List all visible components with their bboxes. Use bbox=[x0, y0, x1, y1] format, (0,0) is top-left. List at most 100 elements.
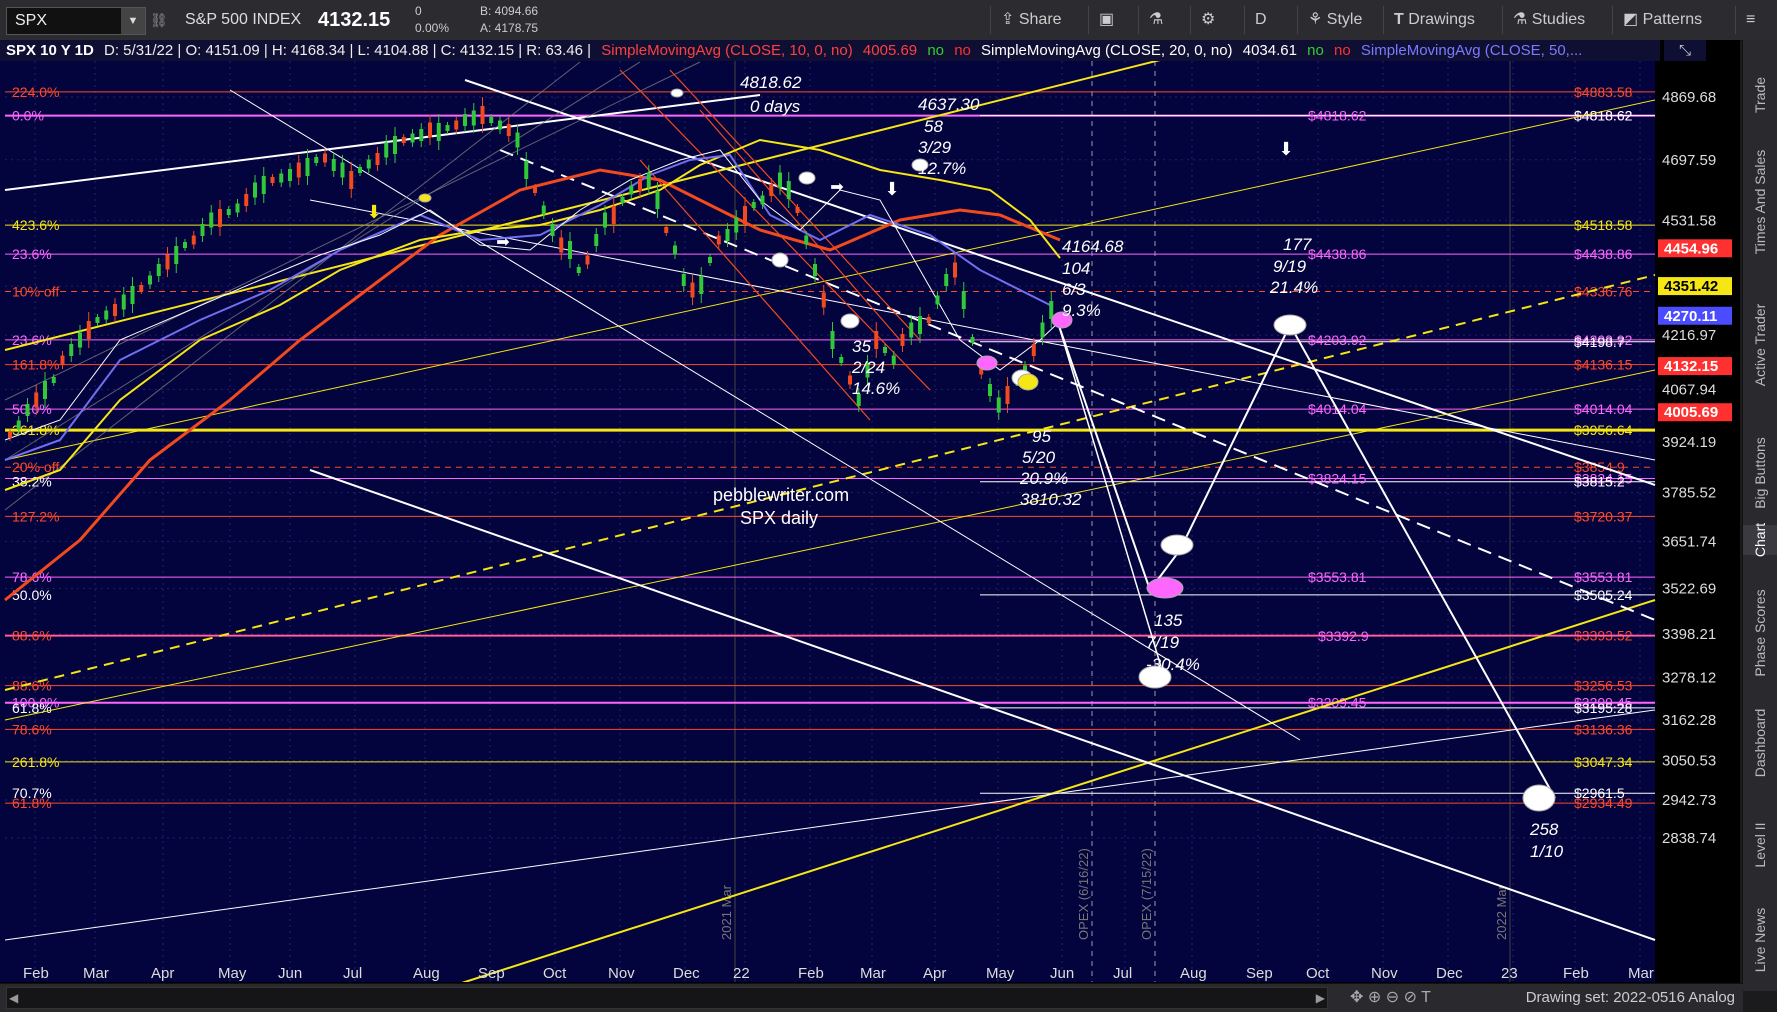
chevron-down-icon[interactable]: ▼ bbox=[121, 8, 145, 34]
zoom-reset-icon[interactable]: ⊘ bbox=[1404, 989, 1417, 1006]
sma20-legend[interactable]: SimpleMovingAvg (CLOSE, 20, 0, no) bbox=[981, 42, 1233, 59]
candle-body bbox=[655, 191, 660, 209]
flask-button[interactable]: ⚗ bbox=[1138, 6, 1163, 34]
annotation-label: 5/20 bbox=[1022, 448, 1056, 467]
text-icon[interactable]: T bbox=[1421, 989, 1431, 1006]
pivot-marker[interactable] bbox=[1160, 534, 1194, 556]
zoom-controls[interactable]: ✥ ⊕ ⊖ ⊘ T bbox=[1350, 984, 1431, 1012]
tab-times-and-sales[interactable]: Times And Sales bbox=[1743, 150, 1777, 255]
candle-body bbox=[384, 142, 389, 158]
tab-label: Big Buttons bbox=[1752, 437, 1768, 509]
sma20-value: 4034.61 bbox=[1242, 42, 1297, 59]
price-level-label: $4136.15 bbox=[1574, 357, 1633, 373]
time-axis-label: Jun bbox=[278, 965, 302, 982]
patterns-icon: ◩ bbox=[1623, 11, 1639, 28]
pivot-marker[interactable] bbox=[1146, 577, 1184, 599]
settings-button[interactable]: ⚙ bbox=[1190, 6, 1215, 34]
tab-chart[interactable]: Chart bbox=[1743, 523, 1777, 557]
fib-left-label: 161.8% bbox=[12, 357, 59, 373]
candle-body bbox=[191, 235, 196, 245]
candle-body bbox=[366, 159, 371, 169]
candle-body bbox=[550, 224, 555, 236]
candle-body bbox=[576, 267, 581, 273]
fib-left-label: 78.6% bbox=[12, 721, 52, 737]
symbol-input[interactable]: SPX bbox=[15, 8, 47, 34]
symbol-selector[interactable]: SPX ▼ bbox=[6, 7, 146, 35]
candle-body bbox=[515, 132, 520, 148]
pivot-marker[interactable] bbox=[976, 355, 998, 371]
tab-label: Times And Sales bbox=[1752, 149, 1768, 255]
price-level-label: $3392.9 bbox=[1318, 628, 1369, 644]
tab-label: Trade bbox=[1752, 76, 1768, 114]
ohlc-readout: D: 5/31/22 | O: 4151.09 | H: 4168.34 | L… bbox=[104, 42, 592, 59]
zoom-in-icon[interactable]: ⊕ bbox=[1368, 989, 1381, 1006]
tab-trade[interactable]: Trade bbox=[1743, 76, 1777, 114]
style-button[interactable]: ⚘ Style bbox=[1297, 6, 1362, 34]
price-level-label: $4518.58 bbox=[1574, 217, 1633, 233]
candle-body bbox=[734, 217, 739, 233]
link-icon[interactable]: ⛓ bbox=[150, 0, 168, 40]
candle-body bbox=[288, 169, 292, 181]
price-level-label: $3047.34 bbox=[1574, 754, 1633, 770]
pivot-marker[interactable] bbox=[1017, 373, 1039, 391]
drawing-set-label[interactable]: Drawing set: 2022-0516 Analog bbox=[1526, 984, 1735, 1012]
candle-body bbox=[804, 235, 809, 245]
time-axis-label: May bbox=[218, 965, 247, 982]
pivot-marker[interactable] bbox=[418, 193, 432, 203]
menu-button[interactable]: ≡ bbox=[1735, 6, 1755, 34]
candle-body bbox=[638, 179, 642, 191]
tab-level-ii[interactable]: Level II bbox=[1743, 822, 1777, 867]
candle-body bbox=[305, 158, 310, 176]
period-button[interactable]: D bbox=[1244, 6, 1281, 34]
pivot-marker[interactable] bbox=[1522, 784, 1556, 812]
time-axis-label: Sep bbox=[1246, 965, 1273, 982]
candle-body bbox=[60, 355, 65, 365]
tab-phase-scores[interactable]: Phase Scores bbox=[1743, 589, 1777, 676]
price-level-label: $4438.86 bbox=[1574, 246, 1633, 262]
candle-body bbox=[944, 274, 949, 286]
pivot-marker[interactable] bbox=[840, 313, 860, 329]
pivot-marker[interactable] bbox=[798, 171, 816, 185]
scroll-right-icon[interactable]: ▶ bbox=[1316, 988, 1325, 1008]
style-icon: ⚘ bbox=[1308, 11, 1323, 28]
tab-dashboard[interactable]: Dashboard bbox=[1743, 709, 1777, 778]
patterns-button[interactable]: ◩ Patterns bbox=[1612, 6, 1702, 34]
time-axis-label: Jul bbox=[343, 965, 362, 982]
zoom-out-icon[interactable]: ⊖ bbox=[1386, 989, 1399, 1006]
annotation-label: 2/24 bbox=[851, 358, 885, 377]
chart-area[interactable]: 2021 Mar OPEX (6/16/22) OPEX (7/15/22) 2022… bbox=[0, 40, 1740, 991]
price-level-label: $4014.04 bbox=[1574, 401, 1633, 417]
snapshot-button[interactable]: ▣ bbox=[1088, 6, 1114, 34]
candle-body bbox=[95, 317, 100, 323]
tab-active-trader[interactable]: Active Trader bbox=[1743, 304, 1777, 386]
share-button[interactable]: ⇪ Share bbox=[990, 6, 1062, 34]
annotation-label: 21.4% bbox=[1269, 278, 1318, 297]
studies-button[interactable]: ⚗ Studies bbox=[1502, 6, 1585, 34]
sma50-legend[interactable]: SimpleMovingAvg (CLOSE, 50,... bbox=[1361, 42, 1582, 59]
time-scrollbar[interactable]: ◀ ▶ bbox=[6, 987, 1328, 1009]
sma10-legend[interactable]: SimpleMovingAvg (CLOSE, 10, 0, no) bbox=[601, 42, 853, 59]
price-chart[interactable]: 2021 Mar OPEX (6/16/22) OPEX (7/15/22) 2022… bbox=[0, 40, 1740, 991]
pivot-marker[interactable] bbox=[670, 88, 684, 98]
candle-body bbox=[778, 172, 782, 188]
candle-body bbox=[629, 185, 634, 195]
scroll-left-icon[interactable]: ◀ bbox=[9, 988, 18, 1008]
price-level-label: $3720.37 bbox=[1574, 508, 1633, 524]
drawings-button[interactable]: T Drawings bbox=[1383, 6, 1475, 34]
candle-body bbox=[113, 304, 117, 316]
tab-live-news[interactable]: Live News bbox=[1743, 908, 1777, 973]
collapse-arrows-icon[interactable]: ⤡ bbox=[1664, 40, 1706, 61]
camera-icon: ▣ bbox=[1099, 11, 1115, 28]
pan-icon[interactable]: ✥ bbox=[1350, 989, 1363, 1006]
candle-body bbox=[480, 106, 485, 124]
candle-body bbox=[646, 172, 651, 188]
annotation-label: 4818.62 bbox=[740, 73, 802, 92]
candle-body bbox=[375, 153, 380, 165]
candle-body bbox=[43, 381, 47, 399]
tab-big-buttons[interactable]: Big Buttons bbox=[1743, 437, 1777, 509]
candle-body bbox=[611, 206, 616, 224]
price-level-label: $3815.2 bbox=[1574, 474, 1625, 490]
pivot-marker[interactable] bbox=[771, 252, 789, 268]
pivot-marker[interactable] bbox=[1273, 314, 1307, 336]
tab-label: Phase Scores bbox=[1752, 589, 1768, 677]
